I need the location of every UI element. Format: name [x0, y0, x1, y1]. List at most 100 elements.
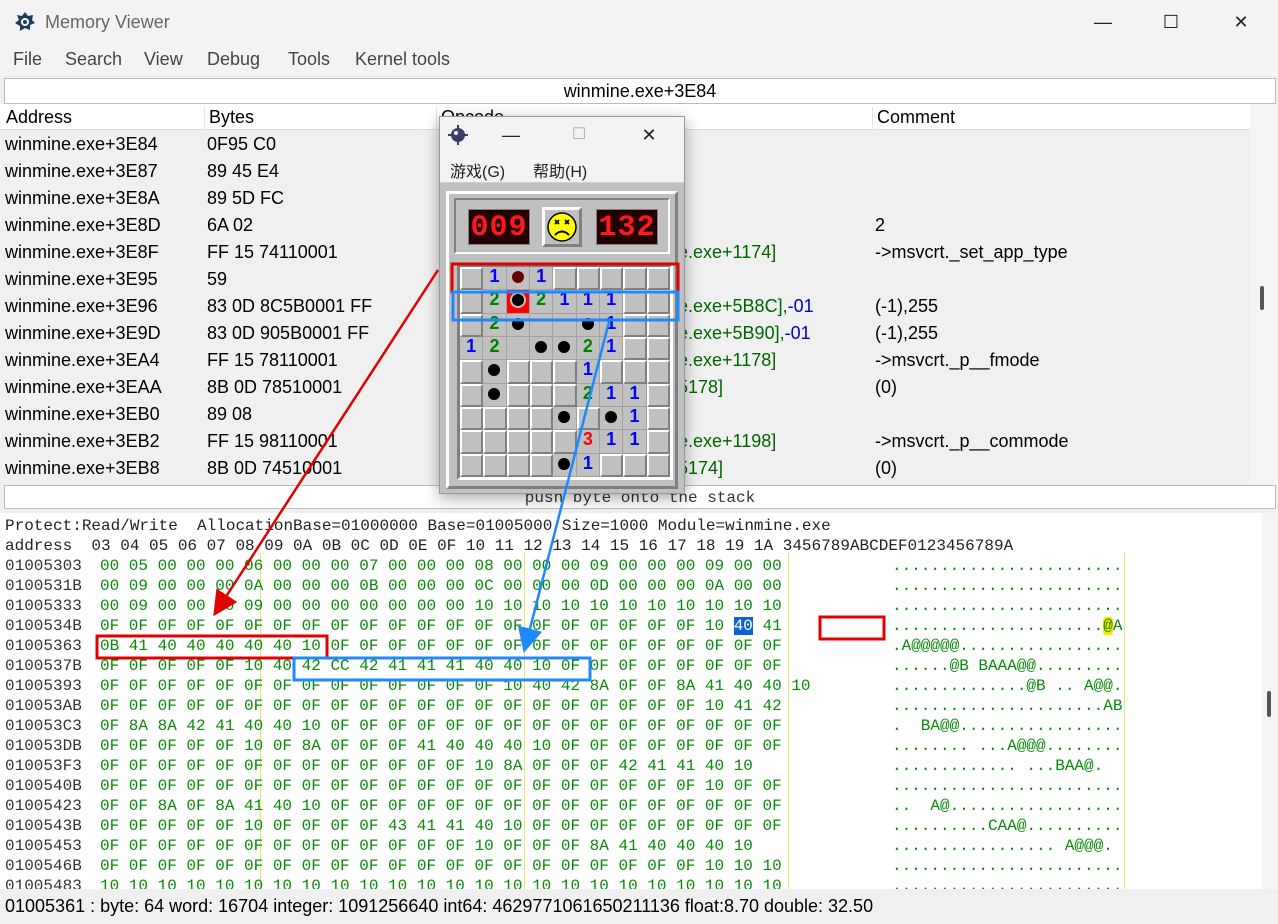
number-cell[interactable]: 2 [576, 336, 600, 361]
number-cell[interactable]: 2 [483, 313, 507, 337]
hex-bytes[interactable]: 0F 0F 0F 0F 0F 0F 0F 0F 0F 0F 0F 0F 0F 0… [100, 697, 782, 715]
mine-cell[interactable] [576, 313, 600, 337]
menu-debug[interactable]: Debug [207, 49, 260, 70]
minesweeper-close-button[interactable]: ✕ [634, 121, 664, 149]
unrevealed-cell[interactable] [600, 360, 624, 384]
number-cell[interactable]: 2 [483, 336, 507, 361]
menu-tools[interactable]: Tools [288, 49, 330, 70]
unrevealed-cell[interactable] [623, 337, 647, 361]
hex-bytes[interactable]: 0F 0F 0F 0F 0F 10 0F 8A 0F 0F 0F 41 40 4… [100, 737, 782, 755]
number-cell[interactable]: 2 [530, 290, 554, 314]
unrevealed-cell[interactable] [460, 453, 484, 477]
number-cell[interactable]: 2 [576, 383, 600, 407]
unrevealed-cell[interactable] [600, 453, 624, 477]
number-cell[interactable]: 1 [483, 266, 507, 291]
unrevealed-cell[interactable] [576, 407, 600, 431]
minefield[interactable]: 1122111211221121113111 [457, 264, 673, 480]
empty-cell[interactable] [530, 313, 554, 337]
col-header-bytes[interactable]: Bytes [204, 107, 436, 130]
unrevealed-cell[interactable] [460, 383, 484, 407]
unrevealed-cell[interactable] [646, 337, 670, 361]
unrevealed-cell[interactable] [646, 383, 670, 407]
minimize-button[interactable]: — [1088, 8, 1118, 36]
maximize-button[interactable]: ☐ [1156, 8, 1186, 36]
hex-bytes[interactable]: 00 09 00 00 00 09 00 00 00 00 00 00 00 1… [100, 597, 782, 615]
number-cell[interactable]: 1 [576, 290, 600, 314]
mine-cell[interactable] [553, 337, 577, 361]
empty-cell[interactable] [553, 313, 577, 337]
unrevealed-cell[interactable] [646, 430, 670, 454]
number-cell[interactable]: 1 [600, 383, 624, 407]
hex-bytes[interactable]: 0F 0F 0F 0F 0F 0F 0F 0F 0F 0F 0F 0F 0F 0… [100, 677, 811, 695]
unrevealed-cell[interactable] [623, 313, 647, 337]
unrevealed-cell[interactable] [460, 267, 484, 291]
unrevealed-cell[interactable] [483, 453, 507, 477]
unrevealed-cell[interactable] [553, 360, 577, 384]
hex-bytes[interactable]: 0F 0F 8A 0F 8A 41 40 10 0F 0F 0F 0F 0F 0… [100, 797, 782, 815]
number-cell[interactable]: 1 [576, 453, 600, 477]
number-cell[interactable]: 1 [600, 336, 624, 361]
unrevealed-cell[interactable] [646, 360, 670, 384]
hex-bytes[interactable]: 00 09 00 00 00 0A 00 00 00 0B 00 00 00 0… [100, 577, 782, 595]
unrevealed-cell[interactable] [553, 383, 577, 407]
mine-cell[interactable] [600, 407, 624, 431]
unrevealed-cell[interactable] [646, 453, 670, 477]
hex-bytes[interactable]: 0F 0F 0F 0F 0F 10 0F 0F 0F 0F 43 41 41 4… [100, 817, 782, 835]
unrevealed-cell[interactable] [460, 407, 484, 431]
face-button[interactable] [542, 207, 582, 247]
number-cell[interactable]: 1 [623, 406, 647, 431]
col-header-comment[interactable]: Comment [872, 107, 1250, 130]
unrevealed-cell[interactable] [646, 267, 670, 291]
mine-cell[interactable] [553, 407, 577, 431]
number-cell[interactable]: 1 [530, 266, 554, 291]
unrevealed-cell[interactable] [623, 290, 647, 314]
unrevealed-cell[interactable] [623, 267, 647, 291]
unrevealed-cell[interactable] [483, 407, 507, 431]
mine-cell[interactable] [483, 383, 507, 407]
unrevealed-cell[interactable] [460, 430, 484, 454]
menu-view[interactable]: View [144, 49, 183, 70]
mine-cell[interactable] [483, 360, 507, 384]
hex-view[interactable]: Protect:Read/Write AllocationBase=010000… [0, 513, 1262, 889]
unrevealed-cell[interactable] [530, 383, 554, 407]
unrevealed-cell[interactable] [646, 290, 670, 314]
number-cell[interactable]: 1 [600, 313, 624, 337]
number-cell[interactable]: 1 [460, 336, 484, 361]
number-cell[interactable]: 1 [623, 430, 647, 454]
unrevealed-cell[interactable] [506, 430, 530, 454]
number-cell[interactable]: 1 [623, 383, 647, 407]
unrevealed-cell[interactable] [646, 407, 670, 431]
disassembler-address-bar[interactable]: winmine.exe+3E84 [4, 78, 1276, 104]
disassembler-scrollbar[interactable] [1250, 104, 1278, 484]
menu-help[interactable]: 帮助(H) [533, 158, 587, 182]
empty-cell[interactable] [506, 337, 530, 361]
exploded-mine-cell[interactable] [506, 290, 530, 314]
number-cell[interactable]: 1 [600, 290, 624, 314]
number-cell[interactable]: 1 [600, 430, 624, 454]
hex-bytes[interactable]: 0F 0F 0F 0F 0F 0F 0F 0F 0F 0F 0F 0F 0F 0… [100, 777, 782, 795]
mine-cell[interactable] [506, 313, 530, 337]
unrevealed-cell[interactable] [506, 453, 530, 477]
unrevealed-cell[interactable] [460, 313, 484, 337]
scrollbar-thumb[interactable] [1260, 286, 1264, 310]
hex-bytes[interactable]: 0F 0F 0F 0F 0F 0F 0F 0F 0F 0F 0F 0F 0F 0… [100, 617, 782, 635]
unrevealed-cell[interactable] [530, 407, 554, 431]
unrevealed-cell[interactable] [483, 430, 507, 454]
minesweeper-window[interactable]: — ☐ ✕ 游戏(G) 帮助(H) 009 132 11221112112211… [439, 116, 685, 494]
unrevealed-cell[interactable] [646, 313, 670, 337]
number-cell[interactable]: 1 [553, 290, 577, 314]
menu-search[interactable]: Search [65, 49, 122, 70]
number-cell[interactable]: 2 [483, 290, 507, 314]
mine-cell[interactable] [530, 337, 554, 361]
unrevealed-cell[interactable] [623, 360, 647, 384]
hex-bytes[interactable]: 0F 0F 0F 0F 0F 0F 0F 0F 0F 0F 0F 0F 0F 1… [100, 837, 753, 855]
minesweeper-minimize-button[interactable]: — [496, 121, 526, 149]
hex-bytes[interactable]: 00 05 00 00 00 06 00 00 00 07 00 00 00 0… [100, 557, 782, 575]
hex-scrollbar[interactable] [1262, 513, 1278, 889]
hex-bytes[interactable]: 0B 41 40 40 40 40 40 10 0F 0F 0F 0F 0F 0… [100, 637, 782, 655]
unrevealed-cell[interactable] [623, 453, 647, 477]
number-cell[interactable]: 1 [576, 360, 600, 384]
mine-cell[interactable] [553, 453, 577, 477]
mine-cell[interactable] [506, 267, 530, 291]
unrevealed-cell[interactable] [460, 290, 484, 314]
